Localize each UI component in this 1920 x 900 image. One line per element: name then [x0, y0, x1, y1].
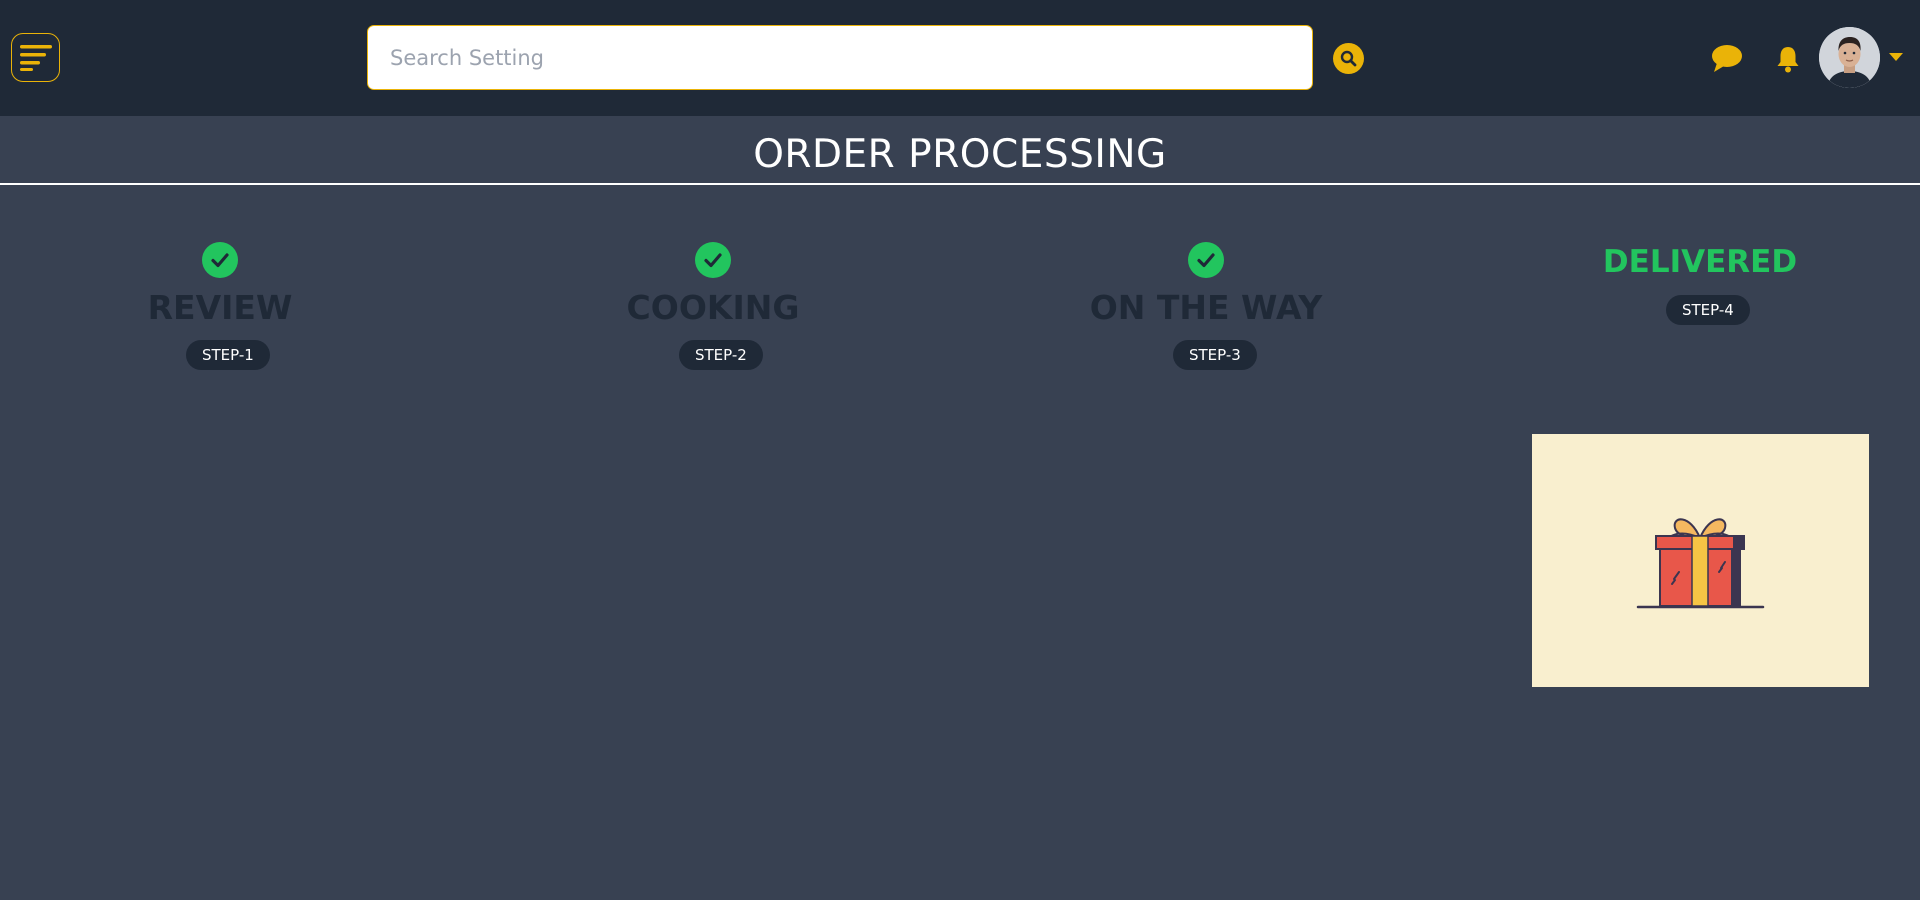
title-divider [0, 183, 1920, 185]
chat-bubble-icon [1712, 45, 1742, 72]
user-avatar[interactable] [1819, 27, 1880, 88]
search-box [367, 25, 1313, 90]
search-icon [1340, 50, 1357, 67]
step-label: COOKING [626, 288, 800, 327]
search-input[interactable] [390, 45, 1290, 70]
delivered-illustration [1532, 434, 1869, 687]
avatar-photo [1819, 27, 1880, 88]
step-label: REVIEW [147, 288, 293, 327]
step-label: ON THE WAY [1089, 288, 1323, 327]
top-bar [0, 0, 1920, 116]
messages-button[interactable] [1711, 42, 1743, 74]
search-button[interactable] [1333, 43, 1364, 74]
check-circle-icon [695, 242, 731, 278]
step-badge: STEP-2 [679, 340, 763, 370]
notifications-button[interactable] [1776, 45, 1800, 73]
menu-lines-icon [19, 44, 52, 71]
page-title: ORDER PROCESSING [753, 132, 1167, 177]
step-label-current: DELIVERED [1602, 244, 1798, 280]
chevron-down-icon[interactable] [1888, 52, 1904, 62]
step-badge: STEP-1 [186, 340, 270, 370]
step-badge: STEP-3 [1173, 340, 1257, 370]
step-badge: STEP-4 [1666, 295, 1750, 325]
gift-box-icon [1636, 518, 1765, 609]
menu-button[interactable] [11, 33, 60, 82]
check-circle-icon [1188, 242, 1224, 278]
check-circle-icon [202, 242, 238, 278]
bell-icon [1777, 47, 1799, 73]
